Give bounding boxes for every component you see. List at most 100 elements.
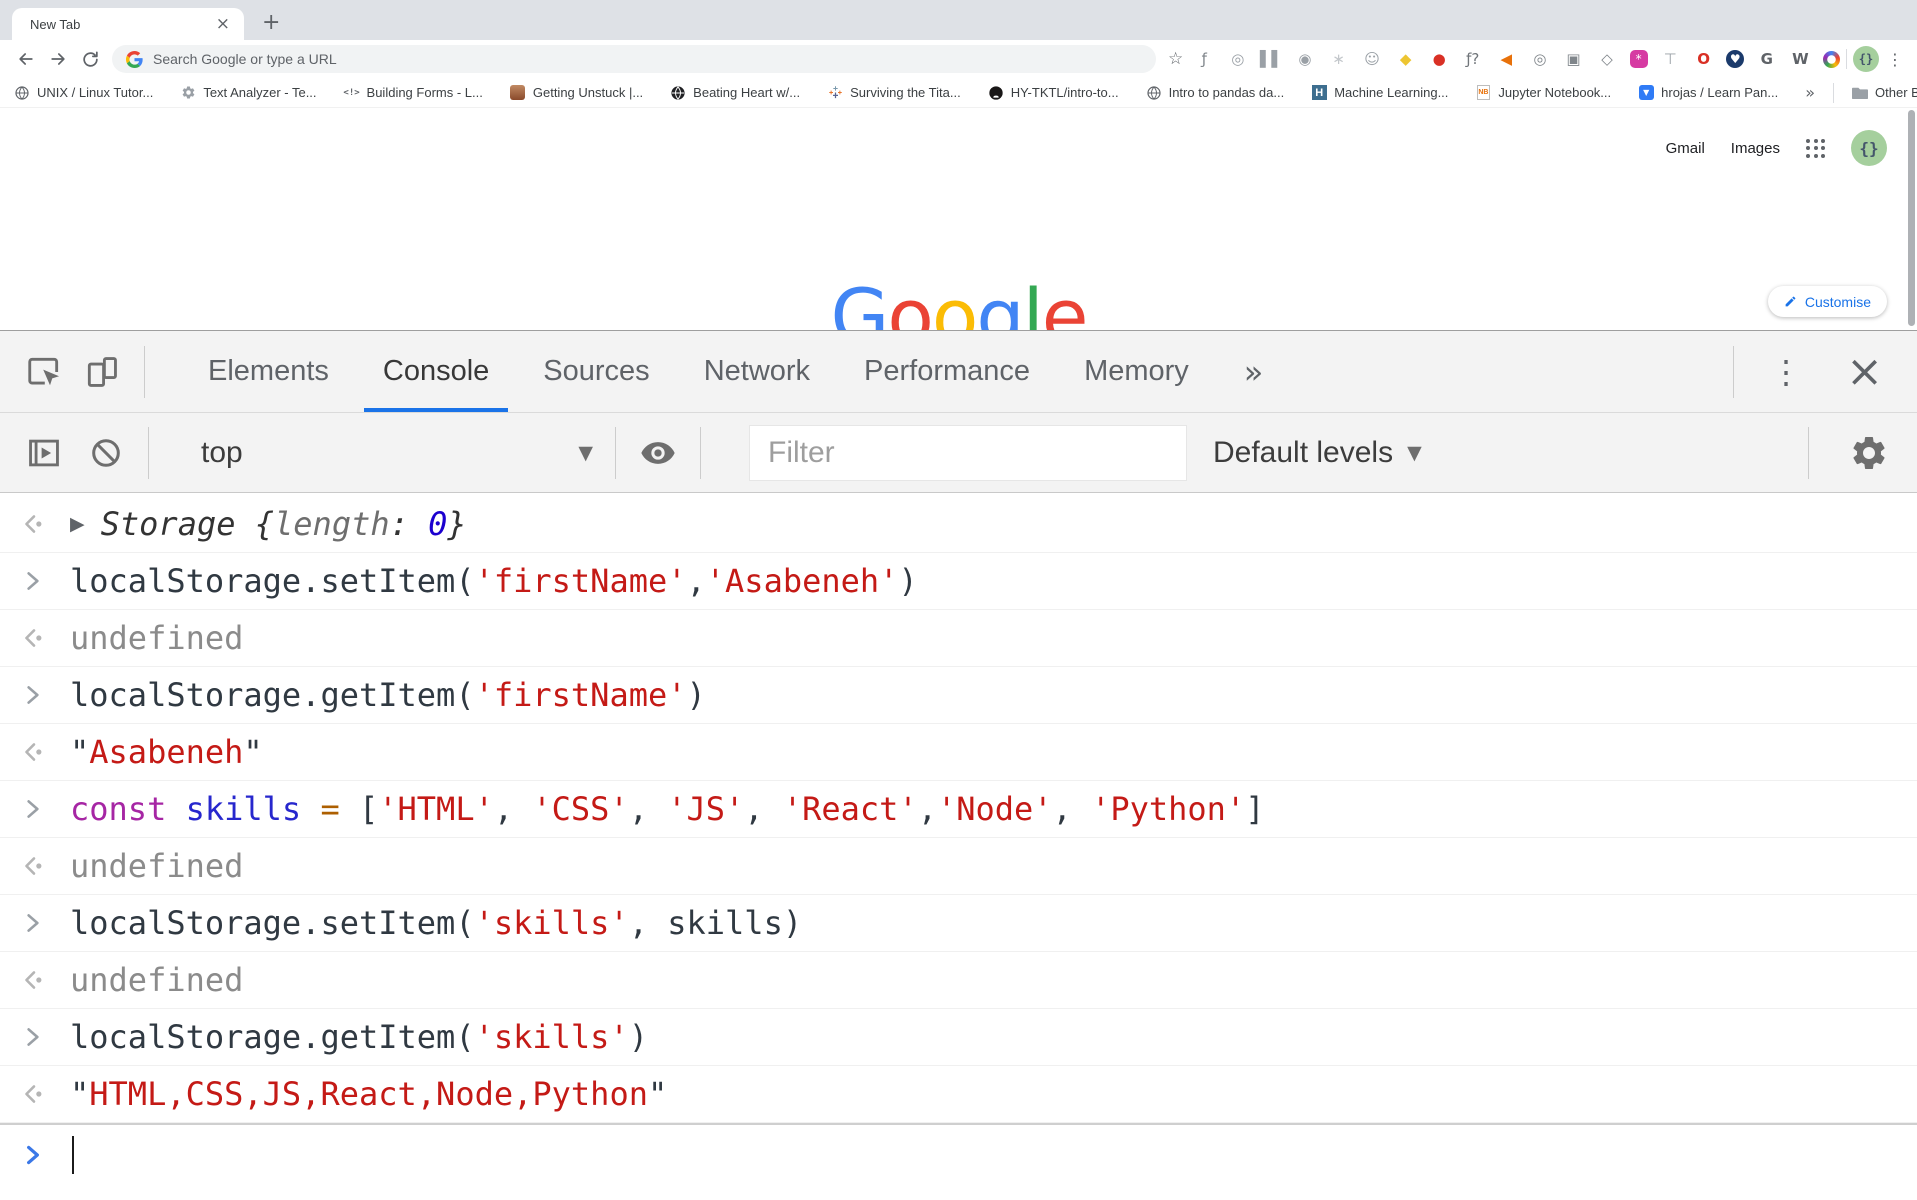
account-avatar[interactable]: {} xyxy=(1851,130,1887,166)
input-chevron-icon xyxy=(20,910,70,936)
notebook-icon: NB xyxy=(1475,85,1491,101)
devtools-tab-performance[interactable]: Performance xyxy=(837,331,1057,412)
google-apps-icon[interactable] xyxy=(1806,139,1825,158)
extension-camera-icon[interactable]: ▣ xyxy=(1562,48,1584,70)
chevron-down-icon: ▼ xyxy=(1407,442,1422,464)
bookmark-star-icon[interactable]: ☆ xyxy=(1168,49,1183,69)
customise-button[interactable]: Customise xyxy=(1768,286,1887,317)
devtools-tab-network[interactable]: Network xyxy=(677,331,837,412)
bookmark-item[interactable]: Intro to pandas da... xyxy=(1146,85,1285,101)
more-tabs-icon[interactable]: » xyxy=(1244,353,1264,391)
clear-console-icon[interactable] xyxy=(86,433,126,473)
profile-avatar[interactable]: {} xyxy=(1853,46,1879,72)
extension-fn-help-icon[interactable]: ƒ? xyxy=(1462,48,1484,70)
bookmark-item[interactable]: HMachine Learning... xyxy=(1311,85,1448,101)
bookmark-item[interactable]: NBJupyter Notebook... xyxy=(1475,85,1611,101)
extension-heart-search-icon[interactable]: ♥ xyxy=(1726,50,1744,68)
extension-script-f-icon[interactable]: ƒ xyxy=(1193,48,1215,70)
bookmark-item[interactable]: UNIX / Linux Tutor... xyxy=(14,85,153,101)
bookmarks-overflow-icon[interactable]: » xyxy=(1805,83,1815,102)
console-text: , xyxy=(494,790,533,828)
devtools-tab-elements[interactable]: Elements xyxy=(181,331,356,412)
google-g-icon xyxy=(126,51,143,68)
extension-eyedropper-icon[interactable]: ◆ xyxy=(1395,48,1417,70)
browser-menu-icon[interactable]: ⋮ xyxy=(1887,50,1903,69)
images-link[interactable]: Images xyxy=(1731,140,1780,157)
extension-stop-hand-icon[interactable]: ● xyxy=(1428,48,1450,70)
input-chevron-icon xyxy=(20,682,70,708)
input-chevron-icon xyxy=(20,568,70,594)
devtools-tab-console[interactable]: Console xyxy=(356,331,516,412)
devtools-tab-sources[interactable]: Sources xyxy=(516,331,676,412)
v-square-icon: ▼ xyxy=(1638,85,1654,101)
extension-pink-icon[interactable]: * xyxy=(1630,50,1648,68)
console-settings-gear-icon[interactable] xyxy=(1849,433,1889,473)
gmail-link[interactable]: Gmail xyxy=(1666,140,1705,157)
address-bar[interactable] xyxy=(112,45,1156,73)
log-levels-dropdown[interactable]: Default levels ▼ xyxy=(1213,436,1422,470)
extension-megaphone-icon[interactable]: ◀ xyxy=(1495,48,1517,70)
console-filter-input[interactable] xyxy=(768,436,1168,470)
console-text: 'Python' xyxy=(1091,790,1245,828)
bookmark-item[interactable]: Getting Unstuck |... xyxy=(510,85,643,101)
bookmark-label: Text Analyzer - Te... xyxy=(203,85,316,100)
bookmark-item[interactable]: Beating Heart w/... xyxy=(670,85,800,101)
console-input-row: localStorage.getItem('firstName') xyxy=(0,667,1917,724)
bookmark-item[interactable]: Surviving the Tita... xyxy=(827,85,961,101)
log-levels-label: Default levels xyxy=(1213,436,1393,470)
console-prompt-row[interactable] xyxy=(0,1123,1917,1185)
forward-icon[interactable] xyxy=(42,44,74,74)
extension-flower-icon[interactable]: ∗ xyxy=(1328,48,1350,70)
inspect-element-icon[interactable] xyxy=(24,352,64,392)
input-chevron-icon xyxy=(20,796,70,822)
page-scrollbar[interactable] xyxy=(1908,110,1915,326)
console-text: length xyxy=(274,505,390,543)
disclosure-triangle-icon[interactable]: ▶ xyxy=(70,513,85,535)
live-expression-eye-icon[interactable] xyxy=(638,433,678,473)
extension-target-icon[interactable]: ◎ xyxy=(1227,48,1249,70)
extension-donut-icon[interactable]: ◎ xyxy=(1529,48,1551,70)
reload-icon[interactable] xyxy=(74,44,106,74)
account-row: Gmail Images {} xyxy=(1666,130,1887,166)
console-sidebar-toggle-icon[interactable] xyxy=(24,433,64,473)
extension-star-badge-icon[interactable]: ◇ xyxy=(1596,48,1618,70)
address-input[interactable] xyxy=(153,51,1067,67)
logo-letter: g xyxy=(976,272,1022,330)
new-tab-button[interactable]: + xyxy=(262,8,280,38)
prompt-chevron-icon xyxy=(20,1142,70,1168)
bookmark-label: Getting Unstuck |... xyxy=(533,85,643,100)
console-result-row: "Asabeneh" xyxy=(0,724,1917,781)
browser-tab-new-tab[interactable]: New Tab × xyxy=(12,8,244,40)
devtools-tab-label: Elements xyxy=(208,355,329,388)
folder-icon xyxy=(1852,85,1868,101)
result-arrow-icon xyxy=(20,512,70,536)
bookmark-item[interactable]: <!>Building Forms - L... xyxy=(344,85,483,101)
extension-pause-icon[interactable]: ▌▌ xyxy=(1260,48,1282,70)
console-filter[interactable] xyxy=(749,425,1187,481)
back-icon[interactable] xyxy=(10,44,42,74)
devtools-tab-memory[interactable]: Memory xyxy=(1057,331,1216,412)
bookmark-item[interactable]: ▼hrojas / Learn Pan... xyxy=(1638,85,1778,101)
bookmark-item[interactable]: HY-TKTL/intro-to... xyxy=(988,85,1119,101)
extension-bug-icon[interactable]: ◉ xyxy=(1294,48,1316,70)
devtools-menu-icon[interactable]: ⋮ xyxy=(1770,353,1802,391)
console-text: , xyxy=(629,790,668,828)
extension-push-icon[interactable]: ⊤ xyxy=(1659,48,1681,70)
console-object-preview-row[interactable]: ▶Storage {length: 0} xyxy=(0,495,1917,553)
extensions-row: ƒ ◎ ▌▌ ◉ ∗ ☺ ◆ ● ƒ? ◀ ◎ ▣ ◇ * ⊤ O ♥ GW xyxy=(1193,48,1840,70)
logo-letter: l xyxy=(1023,272,1042,330)
extension-colorwheel-icon[interactable] xyxy=(1823,51,1840,68)
other-bookmarks-folder[interactable]: Other Bookmarks xyxy=(1852,85,1917,101)
device-toolbar-icon[interactable] xyxy=(82,352,122,392)
devtools-close-icon[interactable]: × xyxy=(1846,350,1883,394)
console-messages: ▶Storage {length: 0}localStorage.setItem… xyxy=(0,495,1917,1200)
bookmark-label: Machine Learning... xyxy=(1334,85,1448,100)
extension-g-icon[interactable]: G xyxy=(1756,48,1778,70)
console-text: 'firstName' xyxy=(475,562,687,600)
extension-w-icon[interactable]: W xyxy=(1789,48,1811,70)
extension-face-icon[interactable]: ☺ xyxy=(1361,48,1383,70)
javascript-context-dropdown[interactable]: top ▼ xyxy=(201,436,593,470)
bookmark-item[interactable]: Text Analyzer - Te... xyxy=(180,85,316,101)
tab-close-icon[interactable]: × xyxy=(212,16,234,33)
extension-onetab-icon[interactable]: O xyxy=(1693,48,1715,70)
